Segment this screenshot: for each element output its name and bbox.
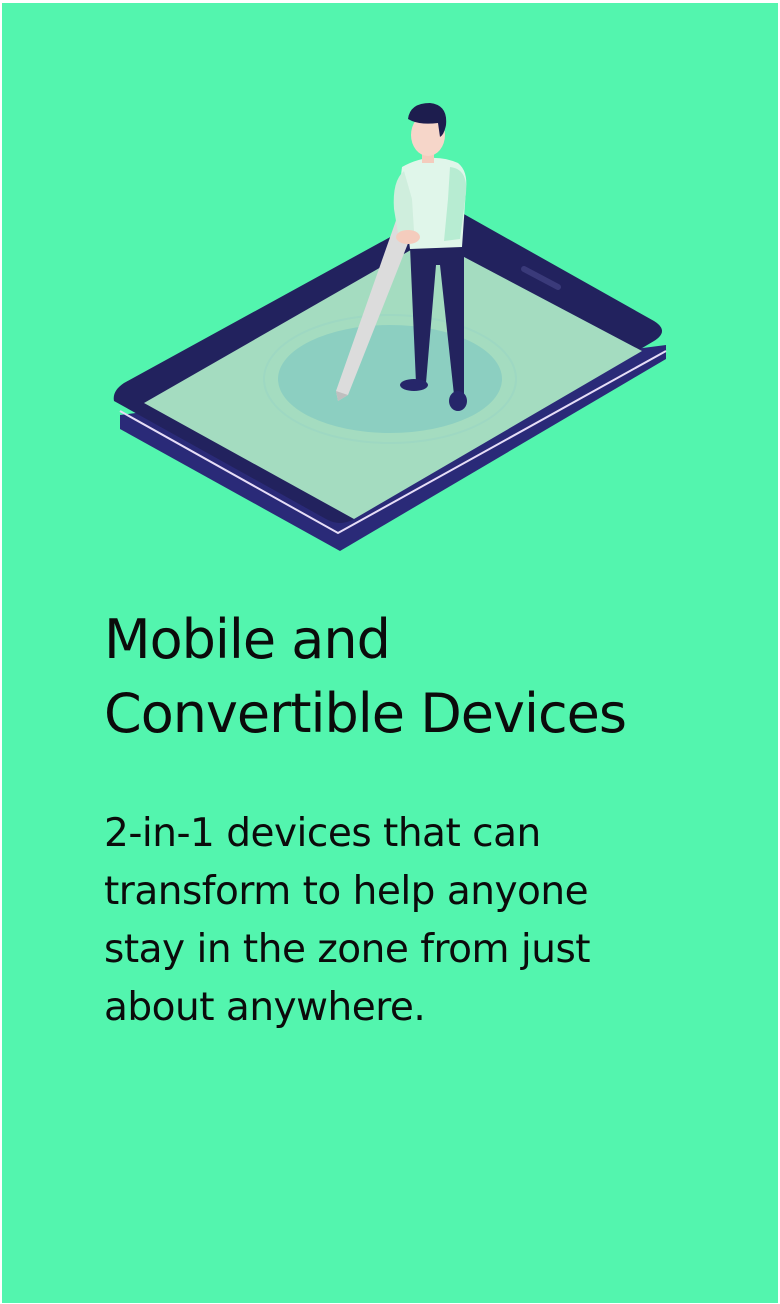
title-line-1: Mobile and — [104, 608, 391, 671]
feature-card: Mobile and Convertible Devices 2-in-1 de… — [2, 3, 778, 1303]
glow-ring-inner — [278, 325, 502, 433]
tablet-person-illustration — [113, 103, 667, 551]
title-line-2: Convertible Devices — [104, 682, 627, 745]
card-description: 2-in-1 devices that can transform to hel… — [104, 811, 591, 1030]
card-title: Mobile and Convertible Devices — [104, 603, 724, 751]
